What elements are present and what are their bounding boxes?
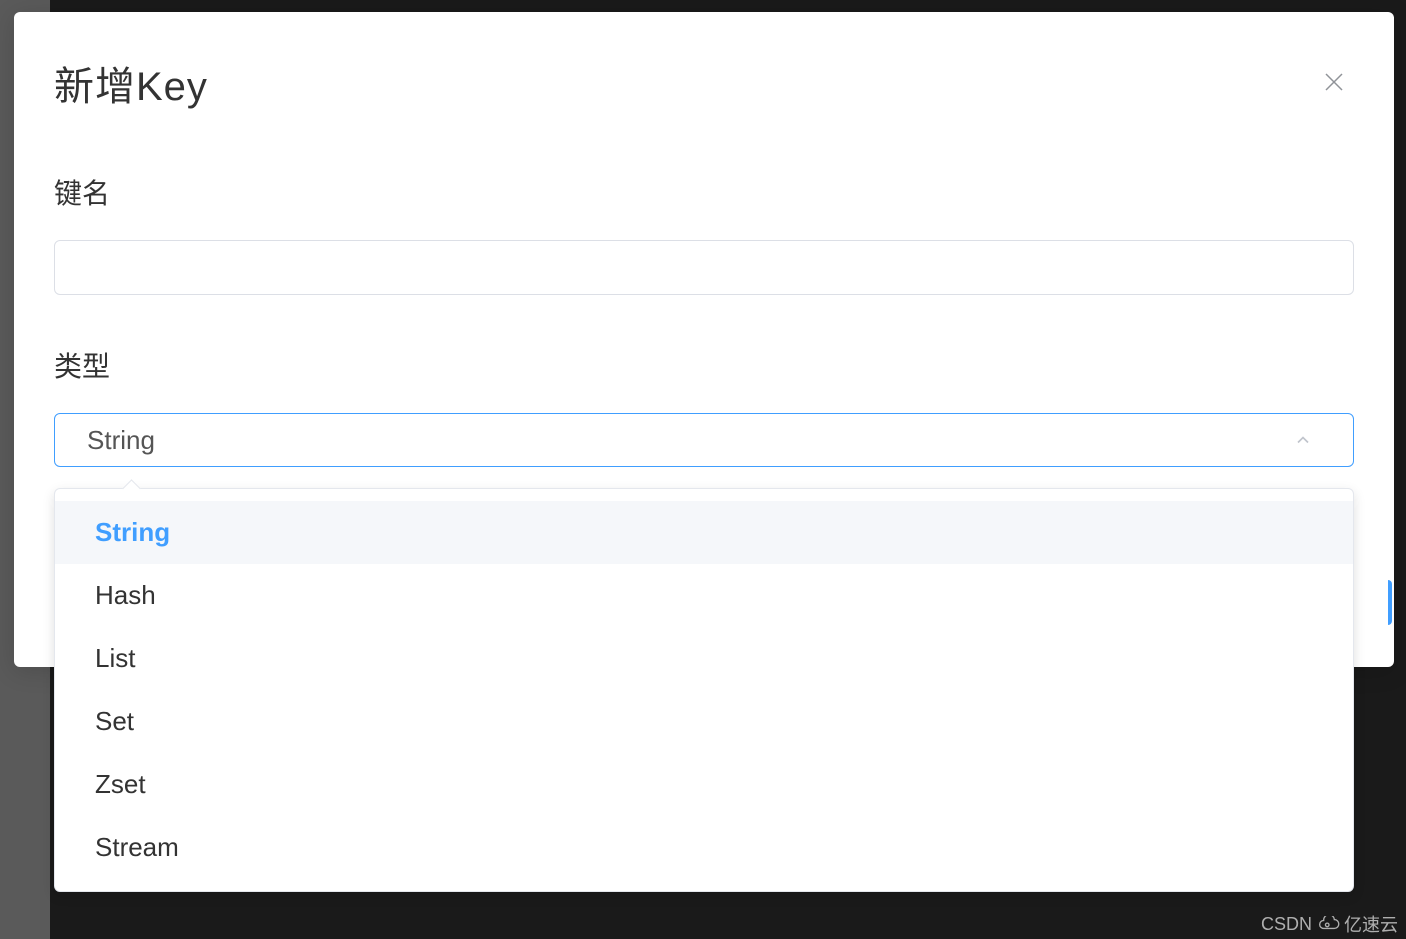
modal-body: 键名 类型 String String Hash List Set Zset [14, 112, 1394, 467]
watermark-csdn: CSDN [1261, 914, 1312, 935]
chevron-up-icon [1293, 430, 1313, 450]
type-selected-value: String [87, 425, 155, 456]
option-zset[interactable]: Zset [55, 753, 1353, 816]
option-hash[interactable]: Hash [55, 564, 1353, 627]
type-select-wrapper: String String Hash List Set Zset Stream [54, 413, 1354, 467]
keyname-label: 键名 [54, 172, 1354, 212]
close-icon [1322, 70, 1346, 94]
keyname-input[interactable] [54, 240, 1354, 295]
form-item-keyname: 键名 [54, 172, 1354, 295]
option-string[interactable]: String [55, 501, 1353, 564]
close-button[interactable] [1314, 62, 1354, 102]
type-label: 类型 [54, 345, 1354, 385]
type-select[interactable]: String [54, 413, 1354, 467]
modal-title: 新增Key [54, 54, 208, 112]
option-set[interactable]: Set [55, 690, 1353, 753]
watermark: CSDN 亿速云 [1261, 911, 1398, 937]
form-item-type: 类型 String String Hash List Set Zset Stre… [54, 345, 1354, 467]
option-list[interactable]: List [55, 627, 1353, 690]
cloud-icon [1318, 916, 1340, 932]
option-stream[interactable]: Stream [55, 816, 1353, 879]
type-dropdown: String Hash List Set Zset Stream [54, 488, 1354, 892]
confirm-button-edge[interactable] [1388, 580, 1392, 625]
add-key-modal: 新增Key 键名 类型 String String [14, 12, 1394, 667]
watermark-yisuyun: 亿速云 [1318, 911, 1398, 937]
modal-header: 新增Key [14, 12, 1394, 112]
